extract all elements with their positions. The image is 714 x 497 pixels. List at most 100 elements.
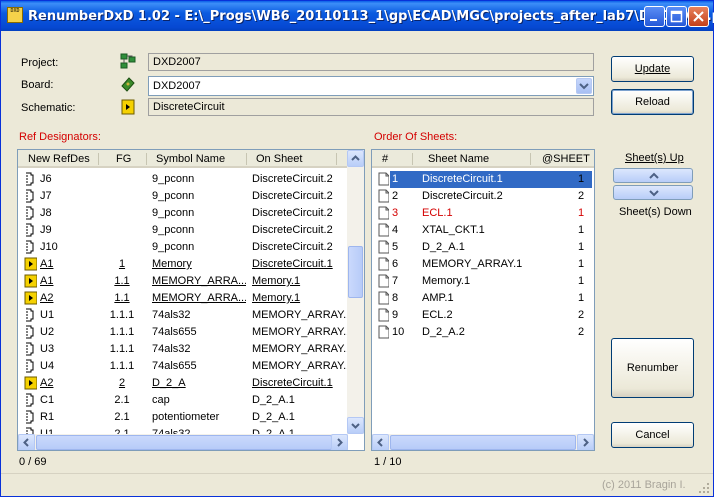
sheets-scroll-left-button[interactable] (372, 434, 389, 450)
col-sheet-name[interactable]: Sheet Name (428, 153, 489, 165)
minimize-button[interactable] (644, 6, 665, 27)
table-row[interactable]: U4 1.1.1 74als655 MEMORY_ARRAY.1 (18, 358, 348, 375)
plug-icon (21, 324, 37, 341)
col-on-sheet[interactable]: On Sheet (256, 153, 302, 165)
cell-sheet-name: DiscreteCircuit.1 (422, 173, 532, 185)
sheet-icon (378, 223, 389, 237)
plug-icon (21, 307, 37, 324)
scroll-right-button[interactable] (331, 434, 348, 450)
sheets-hscroll-thumb[interactable] (390, 435, 576, 450)
window-title: RenumberDxD 1.02 - E:\_Progs\WB6_2011011… (28, 9, 714, 24)
cell-symbol: potentiometer (152, 411, 220, 423)
ref-scroll-thumb[interactable] (348, 246, 363, 298)
sheet-down-button[interactable] (613, 185, 693, 200)
list-item[interactable]: 10 D_2_A.2 2 (372, 324, 594, 341)
table-row[interactable]: A2 2 D_2_A DiscreteCircuit.1 (18, 375, 348, 392)
scroll-up-button[interactable] (347, 150, 364, 167)
ref-horizontal-scrollbar[interactable] (18, 434, 348, 450)
col-sheet-number[interactable]: @SHEET (542, 153, 590, 165)
maximize-button[interactable] (666, 6, 687, 27)
order-of-sheets-list[interactable]: # Sheet Name @SHEET 1 DiscreteCircuit.1 1 2… (371, 149, 595, 451)
sheet-icon (378, 325, 389, 339)
table-row[interactable]: A1 1.1 MEMORY_ARRA... Memory.1 (18, 273, 348, 290)
list-item[interactable]: 7 Memory.1 1 (372, 273, 594, 290)
col-new-refdes[interactable]: New RefDes (28, 153, 90, 165)
table-row[interactable]: A2 1.1 MEMORY_ARRA... Memory.1 (18, 290, 348, 307)
sheets-horizontal-scrollbar[interactable] (372, 434, 594, 450)
title-bar[interactable]: DXD RenumberDxD 1.02 - E:\_Progs\WB6_201… (1, 1, 714, 31)
table-row[interactable]: J8 9_pconn DiscreteCircuit.2 (18, 205, 348, 222)
chevron-left-icon (23, 438, 29, 447)
table-row[interactable]: U3 1.1.1 74als32 MEMORY_ARRAY.1 (18, 341, 348, 358)
cell-sheet-number: 1 (578, 275, 585, 287)
table-row[interactable]: R1 2.1 potentiometer D_2_A.1 (18, 409, 348, 426)
cell-refdes: U2 (40, 326, 55, 338)
table-row[interactable]: U2 1.1.1 74als655 MEMORY_ARRAY.1 (18, 324, 348, 341)
cell-symbol: D_2_A (152, 377, 186, 389)
cell-number: 5 (392, 241, 399, 253)
cell-number: 2 (392, 190, 399, 202)
col-fg[interactable]: FG (116, 153, 131, 165)
chevron-down-icon (649, 190, 659, 197)
ref-hscroll-thumb[interactable] (36, 435, 332, 450)
cell-symbol: MEMORY_ARRA... (152, 275, 246, 287)
board-dropdown-button[interactable] (576, 78, 592, 94)
list-item[interactable]: 9 ECL.2 2 (372, 307, 594, 324)
list-item[interactable]: 6 MEMORY_ARRAY.1 1 (372, 256, 594, 273)
block-icon (21, 273, 37, 290)
list-item[interactable]: 8 AMP.1 1 (372, 290, 594, 307)
sheet-icon (375, 239, 389, 256)
cell-sheet: MEMORY_ARRAY.1 (252, 309, 348, 321)
cancel-button[interactable]: Cancel (611, 422, 694, 448)
sheet-icon (378, 291, 389, 305)
col-symbol-name[interactable]: Symbol Name (156, 153, 225, 165)
board-select[interactable]: DXD2007 (148, 76, 594, 96)
cell-sheet: MEMORY_ARRAY.1 (252, 326, 348, 338)
plug-icon (21, 171, 37, 188)
col-number[interactable]: # (382, 153, 388, 165)
cell-number: 7 (392, 275, 399, 287)
list-item[interactable]: 3 ECL.1 1 (372, 205, 594, 222)
cell-sheet-name: D_2_A.1 (422, 241, 465, 253)
cell-symbol: 74als32 (152, 309, 191, 321)
close-icon (693, 11, 704, 22)
component-icon (26, 223, 34, 237)
table-row[interactable]: J9 9_pconn DiscreteCircuit.2 (18, 222, 348, 239)
cell-number: 10 (392, 326, 405, 338)
ref-vertical-scrollbar[interactable] (347, 150, 364, 434)
update-button[interactable]: Update (611, 56, 694, 82)
table-row[interactable]: J7 9_pconn DiscreteCircuit.2 (18, 188, 348, 205)
cell-sheet-name: MEMORY_ARRAY.1 (422, 258, 523, 270)
table-row[interactable]: J10 9_pconn DiscreteCircuit.2 (18, 239, 348, 256)
scroll-left-button[interactable] (18, 434, 35, 450)
renumber-button[interactable]: Renumber (611, 338, 694, 398)
component-icon (26, 240, 34, 254)
sheet-icon (375, 290, 389, 307)
list-item[interactable]: 4 XTAL_CKT.1 1 (372, 222, 594, 239)
cell-symbol: 9_pconn (152, 224, 195, 236)
reload-button[interactable]: Reload (611, 89, 694, 115)
order-of-sheets-label: Order Of Sheets: (374, 131, 457, 143)
list-item[interactable]: 1 DiscreteCircuit.1 1 (372, 171, 594, 188)
app-icon-text: DXD (10, 8, 20, 14)
cell-sheet-number: 1 (578, 224, 585, 236)
table-row[interactable]: C1 2.1 cap D_2_A.1 (18, 392, 348, 409)
plug-icon (21, 188, 37, 205)
list-item[interactable]: 5 D_2_A.1 1 (372, 239, 594, 256)
block-icon (24, 291, 37, 305)
renumber-button-label: Renumber (626, 362, 679, 374)
sheet-up-button[interactable] (613, 168, 693, 183)
list-item[interactable]: 2 DiscreteCircuit.2 2 (372, 188, 594, 205)
resize-grip-icon[interactable] (698, 482, 710, 494)
scroll-down-button[interactable] (347, 417, 364, 434)
table-row[interactable]: J6 9_pconn DiscreteCircuit.2 (18, 171, 348, 188)
close-button[interactable] (688, 6, 709, 27)
table-row[interactable]: U1 1.1.1 74als32 MEMORY_ARRAY.1 (18, 307, 348, 324)
ref-designators-list[interactable]: New RefDes FG Symbol Name On Sheet J6 9_p… (17, 149, 365, 451)
cell-refdes: A1 (40, 275, 54, 287)
sheet-icon (378, 240, 389, 254)
table-row[interactable]: A1 1 Memory DiscreteCircuit.1 (18, 256, 348, 273)
sheets-scroll-right-button[interactable] (577, 434, 594, 450)
cell-refdes: A2 (40, 377, 54, 389)
sheets-count: 1 / 10 (374, 456, 402, 468)
